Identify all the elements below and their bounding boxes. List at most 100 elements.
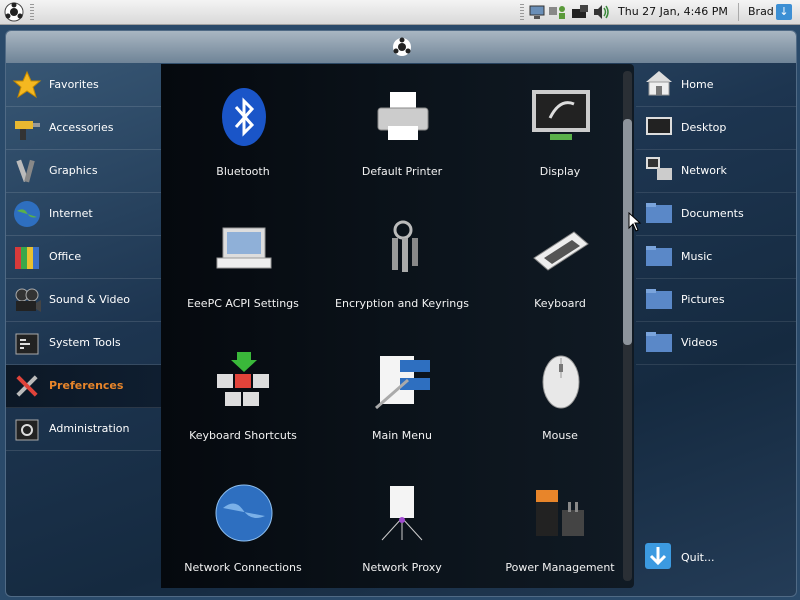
keyboard-icon (533, 231, 589, 271)
place-label: Network (681, 164, 727, 177)
laptop-icon (216, 227, 272, 269)
user-tray-icon[interactable] (548, 3, 568, 21)
quit-arrow-icon (645, 543, 671, 569)
admin-icon (15, 419, 39, 441)
category-office[interactable]: Office (6, 236, 161, 279)
place-label: Documents (681, 207, 744, 220)
category-preferences[interactable]: Preferences (6, 365, 161, 408)
scrollbar[interactable] (623, 71, 632, 581)
category-system-tools[interactable]: System Tools (6, 322, 161, 365)
monitor-icon (532, 90, 590, 140)
computer-tray-icon[interactable] (528, 3, 546, 21)
wrench-screwdriver-icon (16, 375, 38, 397)
printer-icon (377, 92, 429, 140)
launcher-window: Favorites Accessories Graphics Internet … (5, 30, 797, 597)
app-default-printer[interactable]: Default Printer (327, 72, 477, 192)
main-menu-logo-icon[interactable] (4, 2, 24, 22)
folder-icon (646, 289, 672, 309)
place-music[interactable]: Music (636, 236, 796, 279)
user-name[interactable]: Brad (748, 5, 774, 18)
books-icon (15, 247, 39, 269)
category-favorites[interactable]: Favorites (6, 64, 161, 107)
keys-icon (392, 220, 418, 272)
app-bluetooth[interactable]: Bluetooth (168, 72, 318, 192)
folder-icon (646, 332, 672, 352)
tools-icon (15, 333, 39, 355)
folder-icon (646, 203, 672, 223)
app-label: Default Printer (361, 165, 443, 178)
app-encryption-and-keyrings[interactable]: Encryption and Keyrings (327, 204, 477, 324)
app-display[interactable]: Display (485, 72, 635, 192)
top-panel: Thu 27 Jan, 4:46 PM Brad ↓ (0, 0, 800, 25)
app-label: EeePC ACPI Settings (187, 297, 299, 310)
category-label: Preferences (49, 379, 124, 392)
category-label: Administration (49, 422, 130, 435)
title-logo-icon (393, 37, 411, 56)
app-label: Encryption and Keyrings (335, 297, 469, 310)
battery-icon (536, 490, 584, 536)
panel-grip[interactable] (30, 4, 34, 20)
globe-icon (14, 201, 40, 227)
app-label: Display (539, 165, 581, 178)
clock[interactable]: Thu 27 Jan, 4:46 PM (618, 5, 728, 18)
volume-icon[interactable] (592, 3, 612, 21)
bluetooth-icon (222, 88, 266, 146)
scrollbar-thumb[interactable] (623, 119, 632, 345)
place-pictures[interactable]: Pictures (636, 279, 796, 322)
place-network[interactable]: Network (636, 150, 796, 193)
app-label: Network Connections (184, 561, 302, 574)
desktop-icon (646, 117, 672, 135)
app-label: Network Proxy (362, 561, 442, 574)
place-documents[interactable]: Documents (636, 193, 796, 236)
category-graphics[interactable]: Graphics (6, 150, 161, 193)
mouse-cursor-icon (628, 212, 642, 232)
quit-label: Quit... (681, 551, 715, 564)
title-bar (6, 31, 796, 63)
app-label: Power Management (505, 561, 615, 574)
home-icon (646, 71, 672, 96)
category-label: Internet (49, 207, 93, 220)
quit-button[interactable]: Quit... (636, 537, 796, 579)
star-icon (12, 70, 42, 99)
place-label: Pictures (681, 293, 725, 306)
mouse-icon (542, 355, 580, 409)
category-sound-video[interactable]: Sound & Video (6, 279, 161, 322)
category-label: Office (49, 250, 82, 263)
menu-editor-icon (375, 356, 430, 410)
category-accessories[interactable]: Accessories (6, 107, 161, 150)
category-label: Graphics (49, 164, 98, 177)
app-label: Mouse (542, 429, 578, 442)
app-label: Main Menu (372, 429, 432, 442)
app-power-management[interactable]: Power Management (485, 468, 635, 588)
category-label: System Tools (49, 336, 121, 349)
panel-separator (738, 3, 739, 21)
place-label: Videos (681, 336, 718, 349)
place-videos[interactable]: Videos (636, 322, 796, 365)
app-keyboard[interactable]: Keyboard (485, 204, 635, 324)
shutdown-arrow-icon[interactable]: ↓ (776, 4, 792, 20)
panel-grip-right[interactable] (520, 4, 524, 20)
app-label: Bluetooth (216, 165, 270, 178)
app-network-connections[interactable]: Network Connections (168, 468, 318, 588)
app-keyboard-shortcuts[interactable]: Keyboard Shortcuts (168, 336, 318, 456)
place-home[interactable]: Home (636, 64, 796, 107)
category-label: Sound & Video (49, 293, 131, 306)
place-label: Desktop (681, 121, 727, 134)
category-administration[interactable]: Administration (6, 408, 161, 451)
proxy-icon (381, 486, 423, 541)
app-label: Keyboard (534, 297, 586, 310)
category-label: Accessories (49, 121, 114, 134)
app-main-menu[interactable]: Main Menu (327, 336, 477, 456)
app-network-proxy[interactable]: Network Proxy (327, 468, 477, 588)
app-grid: Bluetooth Default Printer Display EeePC … (161, 64, 634, 588)
place-desktop[interactable]: Desktop (636, 107, 796, 150)
app-eeepc-acpi-settings[interactable]: EeePC ACPI Settings (168, 204, 318, 324)
app-mouse[interactable]: Mouse (485, 336, 635, 456)
network-tray-icon[interactable] (570, 3, 590, 21)
category-list: Favorites Accessories Graphics Internet … (6, 64, 161, 451)
app-label: Keyboard Shortcuts (189, 429, 297, 442)
film-camera-icon (15, 288, 41, 312)
place-label: Home (681, 78, 714, 91)
place-label: Music (681, 250, 713, 263)
category-internet[interactable]: Internet (6, 193, 161, 236)
